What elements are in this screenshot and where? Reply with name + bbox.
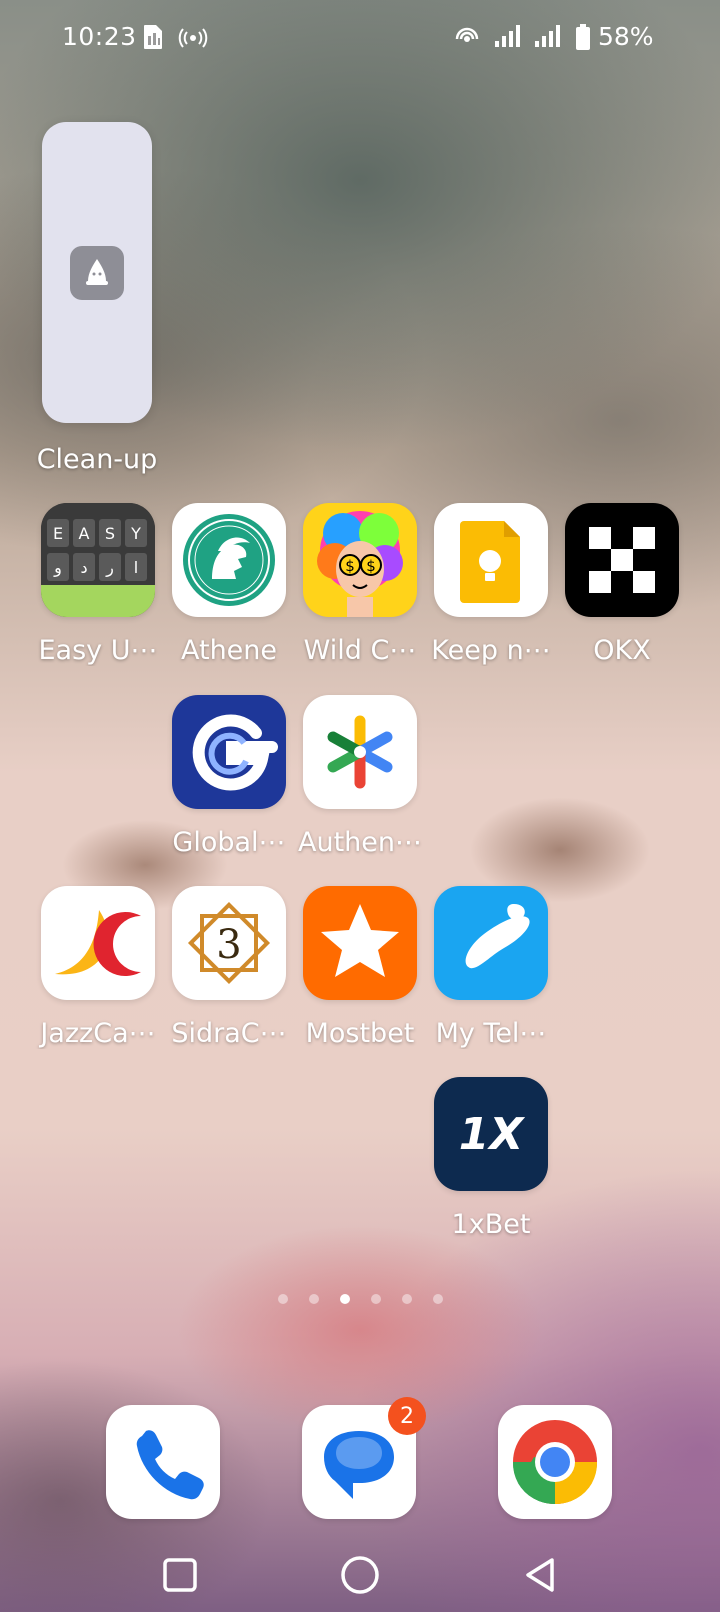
app-label: My Tel⋯ [435,1018,547,1049]
app-athene[interactable]: Athene [172,503,286,666]
signal-icon [495,25,520,47]
page-indicator[interactable] [278,1294,448,1308]
app-label: Keep n⋯ [431,635,551,666]
status-bar: 10:23 58% [0,0,720,76]
app-jazzcash[interactable]: JazzCa⋯ [40,886,156,1049]
dock-chrome[interactable] [498,1405,612,1519]
app-mostbet[interactable]: Mostbet [303,886,417,1049]
app-authenticator[interactable]: Authen⋯ [298,695,422,858]
easy-key: Y [130,524,141,543]
chrome-icon [498,1405,612,1519]
app-keep-notes[interactable]: Keep n⋯ [431,503,551,666]
okx-icon [565,503,679,617]
easy-key: A [79,524,90,543]
sim-icon [144,25,162,49]
app-label: SidraC⋯ [171,1018,287,1049]
app-1xbet[interactable]: 1X 1xBet [434,1077,548,1240]
svg-text:$: $ [366,557,376,575]
page-dot-active [340,1294,350,1304]
app-label: Athene [180,635,278,666]
my-telenor-icon [434,886,548,1000]
app-easy-urdu[interactable]: E A S Y و د ر ا Easy U⋯ [39,503,158,666]
battery-icon [576,24,590,50]
dock-phone[interactable] [106,1405,220,1519]
page-dot [278,1294,288,1304]
athene-icon [172,503,286,617]
easy-key: E [53,524,63,543]
app-sidra-chain[interactable]: 3 SidraC⋯ [171,886,287,1049]
app-label: Wild C⋯ [303,635,417,666]
svg-text:3: 3 [216,922,241,968]
app-label: Easy U⋯ [38,635,158,666]
app-label: JazzCa⋯ [40,1018,156,1049]
page-dot [402,1294,412,1304]
back-button[interactable] [518,1552,564,1598]
recents-button[interactable] [157,1552,203,1598]
wild-cash-icon: $ $ [303,503,417,617]
easy-key: S [105,524,115,543]
mostbet-icon [303,886,417,1000]
clean-up-widget[interactable] [42,122,152,423]
easy-urdu-keyboard-icon: E A S Y و د ر ا [41,503,155,617]
keep-notes-icon [434,503,548,617]
page-dot [433,1294,443,1304]
phone-icon [106,1405,220,1519]
app-wild-cash[interactable]: $ $ Wild C⋯ [303,503,417,666]
battery-percent: 58% [598,22,654,51]
app-label: Mostbet [305,1018,415,1049]
app-label: 1xBet [451,1209,531,1240]
clean-up-label: Clean-up [36,444,158,475]
1xbet-icon: 1X [434,1077,548,1191]
app-global[interactable]: Global⋯ [172,695,286,858]
dock-messages[interactable]: 2 [302,1397,426,1519]
status-time: 10:23 [62,22,137,51]
page-dot [309,1294,319,1304]
jazzcash-icon [41,886,155,1000]
navigation-bar [0,1540,720,1612]
easy-key: ر [105,558,114,578]
global-icon [172,695,286,809]
1xbet-logo-text: 1X [459,1109,526,1160]
svg-text:$: $ [345,557,355,575]
app-okx[interactable]: OKX [565,503,679,666]
easy-key: ا [134,558,138,577]
wifi-icon [455,27,479,42]
sidra-chain-icon: 3 [172,886,286,1000]
easy-key: و [53,558,62,578]
app-label: OKX [593,635,651,666]
clean-up-icon [70,246,124,300]
app-label: Authen⋯ [297,827,422,858]
app-label: Global⋯ [172,827,286,858]
easy-key: د [80,558,87,577]
app-my-telenor[interactable]: My Tel⋯ [434,886,548,1049]
hotspot-icon [178,28,208,48]
messages-badge: 2 [388,1397,426,1435]
home-button[interactable] [337,1552,383,1598]
signal-icon [535,25,560,47]
authenticator-icon [303,695,417,809]
page-dot [371,1294,381,1304]
